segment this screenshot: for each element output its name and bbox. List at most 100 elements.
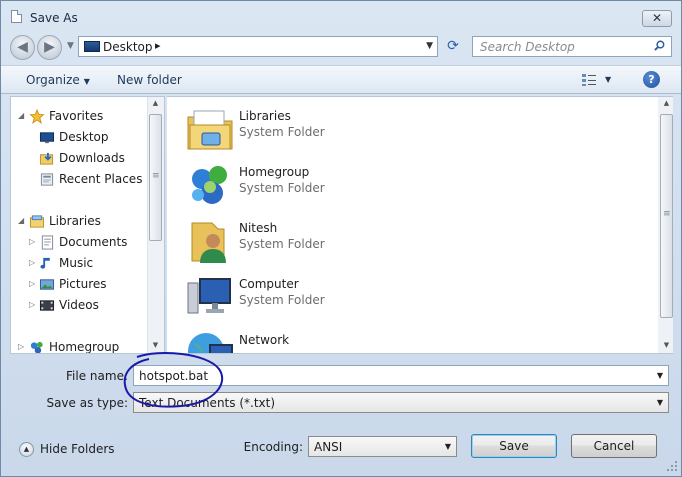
save-as-dialog: Save As ✕ ◀ ▶ ▼ Desktop ▸ ▼ ⟳ Search Des… bbox=[0, 0, 682, 477]
view-options-dropdown-icon[interactable]: ▼ bbox=[605, 75, 611, 84]
sidebar-item-downloads[interactable]: Downloads bbox=[11, 149, 151, 169]
sidebar-item-music[interactable]: ▷ Music bbox=[11, 254, 151, 274]
list-item[interactable]: Nitesh System Folder bbox=[186, 217, 486, 267]
hide-folders-label[interactable]: Hide Folders bbox=[40, 442, 115, 456]
list-item[interactable]: Network bbox=[186, 329, 486, 353]
file-type: System Folder bbox=[239, 181, 325, 195]
pictures-icon bbox=[39, 279, 55, 290]
file-name-dropdown-icon[interactable]: ▼ bbox=[657, 371, 663, 380]
sidebar-item-label: Libraries bbox=[49, 214, 101, 228]
scroll-down-arrow-icon[interactable]: ▼ bbox=[149, 341, 162, 349]
sidebar-item-label: Music bbox=[59, 256, 94, 270]
sidebar-item-homegroup[interactable]: ▷ Homegroup bbox=[11, 338, 151, 354]
command-toolbar: Organize ▼ New folder ▼ ? bbox=[1, 65, 681, 94]
file-type: System Folder bbox=[239, 293, 325, 307]
back-button[interactable]: ◀ bbox=[10, 35, 35, 60]
encoding-select[interactable]: ANSI ▼ bbox=[308, 436, 457, 457]
recent-pages-dropdown-icon[interactable]: ▼ bbox=[67, 41, 74, 51]
user-folder-icon bbox=[191, 222, 226, 263]
collapse-up-icon[interactable]: ▲ bbox=[19, 442, 34, 457]
file-name[interactable]: Nitesh bbox=[239, 221, 277, 235]
libraries-icon bbox=[29, 215, 45, 228]
organize-label[interactable]: Organize bbox=[26, 73, 80, 87]
file-name[interactable]: Libraries bbox=[239, 109, 291, 123]
address-bar[interactable]: Desktop ▸ ▼ bbox=[78, 36, 438, 57]
sidebar-item-recent-places[interactable]: Recent Places bbox=[11, 170, 151, 190]
sidebar-item-label: Videos bbox=[59, 298, 99, 312]
expand-arrow-icon[interactable]: ▷ bbox=[29, 279, 35, 288]
sidebar-item-pictures[interactable]: ▷ Pictures bbox=[11, 275, 151, 295]
sidebar-item-label: Homegroup bbox=[49, 340, 120, 354]
sidebar-item-label: Desktop bbox=[59, 130, 109, 144]
file-name[interactable]: Computer bbox=[239, 277, 299, 291]
list-item[interactable]: Homegroup System Folder bbox=[186, 161, 486, 211]
sidebar-item-videos[interactable]: ▷ Videos bbox=[11, 296, 151, 316]
title-bar: Save As ✕ bbox=[1, 1, 681, 31]
sidebar-item-label: Downloads bbox=[59, 151, 125, 165]
file-name[interactable]: Homegroup bbox=[239, 165, 309, 179]
list-item[interactable]: Computer System Folder bbox=[186, 273, 486, 323]
star-icon bbox=[29, 109, 45, 124]
organize-dropdown-icon[interactable]: ▼ bbox=[84, 77, 90, 86]
save-as-type-value[interactable]: Text Documents (*.txt) bbox=[139, 396, 275, 410]
scroll-up-arrow-icon[interactable]: ▲ bbox=[149, 99, 162, 107]
videos-icon bbox=[39, 300, 55, 311]
file-name-label: File name: bbox=[66, 369, 128, 383]
save-button[interactable]: Save bbox=[471, 434, 557, 458]
expand-arrow-icon[interactable]: ▷ bbox=[29, 237, 35, 246]
scroll-up-arrow-icon[interactable]: ▲ bbox=[660, 99, 673, 107]
address-breadcrumb[interactable]: Desktop bbox=[103, 40, 153, 54]
sidebar-item-libraries[interactable]: ◢ Libraries bbox=[11, 212, 151, 232]
encoding-value[interactable]: ANSI bbox=[314, 440, 342, 454]
expand-arrow-icon[interactable]: ▷ bbox=[29, 258, 35, 267]
music-icon bbox=[40, 257, 50, 269]
refresh-button[interactable]: ⟳ bbox=[441, 36, 465, 57]
homegroup-icon bbox=[192, 166, 227, 204]
homegroup-icon bbox=[30, 341, 43, 353]
desktop-icon bbox=[84, 41, 100, 52]
navigation-pane[interactable]: ◢ Favorites Desktop Downloads Recent Pla… bbox=[10, 96, 165, 354]
file-name[interactable]: Network bbox=[239, 333, 289, 347]
sidebar-item-desktop[interactable]: Desktop bbox=[11, 128, 151, 148]
file-type: System Folder bbox=[239, 125, 325, 139]
sidebar-item-label: Documents bbox=[59, 235, 128, 249]
sidebar-item-favorites[interactable]: ◢ Favorites bbox=[11, 107, 151, 127]
change-view-icon[interactable] bbox=[581, 73, 597, 87]
sidebar-item-label: Recent Places bbox=[59, 172, 143, 186]
window-title: Save As bbox=[30, 11, 78, 25]
cancel-button[interactable]: Cancel bbox=[571, 434, 657, 458]
search-icon[interactable] bbox=[654, 40, 665, 51]
downloads-icon bbox=[39, 152, 54, 165]
collapse-arrow-icon[interactable]: ◢ bbox=[18, 111, 24, 120]
file-name-value[interactable]: hotspot.bat bbox=[139, 369, 208, 383]
search-box[interactable]: Search Desktop bbox=[472, 36, 672, 57]
list-item[interactable]: Libraries System Folder bbox=[186, 105, 486, 155]
organize-menu[interactable]: Organize ▼ bbox=[26, 73, 90, 87]
collapse-arrow-icon[interactable]: ◢ bbox=[18, 216, 24, 225]
sidebar-item-label: Favorites bbox=[49, 109, 104, 123]
file-type: System Folder bbox=[239, 237, 325, 251]
sidebar-item-documents[interactable]: ▷ Documents bbox=[11, 233, 151, 253]
new-folder-button[interactable]: New folder bbox=[117, 73, 182, 87]
resize-grip-icon[interactable] bbox=[665, 459, 679, 473]
save-as-type-dropdown-icon[interactable]: ▼ bbox=[657, 398, 663, 407]
save-as-type-select[interactable]: Text Documents (*.txt) ▼ bbox=[133, 392, 669, 413]
scroll-down-arrow-icon[interactable]: ▼ bbox=[660, 341, 673, 349]
search-placeholder[interactable]: Search Desktop bbox=[480, 40, 575, 54]
recent-places-icon bbox=[40, 173, 54, 186]
scroll-grip-icon: ≡ bbox=[152, 171, 160, 181]
breadcrumb-chevron-icon[interactable]: ▸ bbox=[155, 39, 161, 52]
notepad-document-icon bbox=[11, 10, 22, 23]
file-name-field[interactable]: hotspot.bat ▼ bbox=[133, 365, 669, 386]
help-icon[interactable]: ? bbox=[643, 71, 660, 88]
address-history-dropdown-icon[interactable]: ▼ bbox=[426, 41, 433, 51]
close-button[interactable]: ✕ bbox=[642, 10, 672, 27]
expand-arrow-icon[interactable]: ▷ bbox=[18, 342, 24, 351]
encoding-label: Encoding: bbox=[243, 440, 303, 454]
encoding-dropdown-icon[interactable]: ▼ bbox=[445, 442, 451, 451]
save-as-type-label: Save as type: bbox=[46, 396, 128, 410]
forward-button[interactable]: ▶ bbox=[37, 35, 62, 60]
expand-arrow-icon[interactable]: ▷ bbox=[29, 300, 35, 309]
sidebar-item-label: Pictures bbox=[59, 277, 107, 291]
network-icon bbox=[188, 333, 233, 353]
